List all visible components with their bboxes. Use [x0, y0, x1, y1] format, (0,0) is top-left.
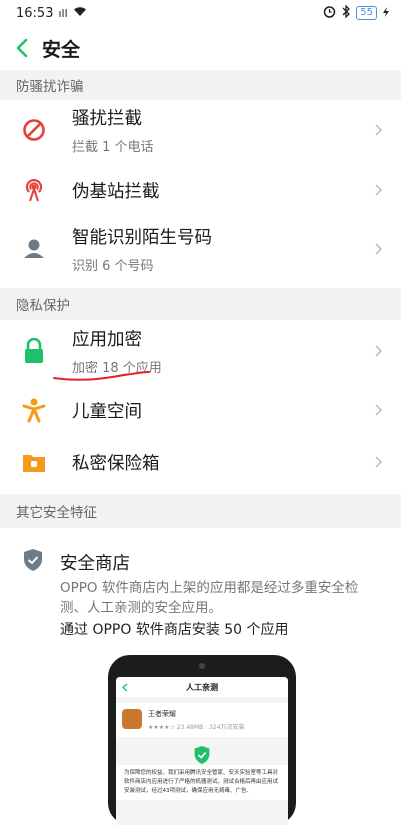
item-title: 伪基站拦截: [72, 181, 160, 202]
back-button[interactable]: [2, 26, 42, 70]
item-title: 应用加密: [72, 330, 142, 350]
green-shield-icon: [116, 745, 288, 765]
list-item-harassment-block[interactable]: 骚扰拦截 拦截 1 个电话: [0, 100, 401, 160]
mock-app-meta: ★★★★☆ 23.48MB · 324万次安装: [148, 724, 245, 731]
status-time: 16:53: [16, 5, 54, 21]
item-title: 儿童空间: [72, 401, 142, 422]
mock-app-card: 王者荣耀 ★★★★☆ 23.48MB · 324万次安装: [116, 703, 288, 737]
chevron-right-icon: [363, 124, 393, 136]
mock-title: 人工亲测: [186, 682, 218, 692]
safe-folder-icon: [12, 440, 56, 484]
store-description: OPPO 软件商店内上架的应用都是经过多重安全检测、人工亲测的安全应用。: [60, 580, 359, 616]
game-thumbnail: [122, 709, 142, 729]
chevron-right-icon: [363, 184, 393, 196]
section-header-fraud: 防骚扰诈骗: [0, 70, 401, 100]
chevron-right-icon: [363, 243, 393, 255]
store-install-count: 通过 OPPO 软件商店安装 50 个应用: [60, 622, 289, 638]
child-icon: [12, 388, 56, 432]
mock-nav: 人工亲测: [116, 677, 288, 697]
list-item-stranger-number[interactable]: 智能识别陌生号码 识别 6 个号码: [0, 218, 401, 280]
bluetooth-icon: [342, 3, 351, 22]
store-title: 安全商店: [60, 554, 130, 574]
no-entry-icon: [12, 108, 56, 152]
chevron-right-icon: [363, 404, 393, 416]
item-subtitle: 拦截 1 个电话: [72, 140, 154, 155]
chevron-right-icon: [363, 345, 393, 357]
item-title: 骚扰拦截: [72, 109, 142, 129]
item-title: 私密保险箱: [72, 453, 160, 474]
red-underline-annotation: [53, 371, 150, 381]
item-subtitle: 识别 6 个号码: [72, 259, 154, 274]
mock-app-name: 王者荣耀: [148, 710, 176, 718]
list-item-kids-space[interactable]: 儿童空间: [0, 384, 401, 436]
wifi-icon: [73, 6, 87, 21]
page-title: 安全: [42, 38, 81, 61]
battery-indicator: 55: [356, 6, 377, 20]
phone-mockup-image: 人工亲测 王者荣耀 ★★★★☆ 23.48MB · 324万次安装 为保障您的权…: [108, 655, 296, 825]
status-bar: 16:53 ıll 55: [0, 0, 401, 26]
signal-text: ıll: [58, 6, 68, 20]
lock-icon: [12, 329, 56, 373]
chevron-right-icon: [363, 456, 393, 468]
signal-tower-icon: [12, 168, 56, 212]
person-icon: [12, 227, 56, 271]
app-header: 安全: [0, 26, 401, 70]
list-item-private-safe[interactable]: 私密保险箱: [0, 436, 401, 488]
phone-screen: 人工亲测 王者荣耀 ★★★★☆ 23.48MB · 324万次安装 为保障您的权…: [116, 677, 288, 825]
camera-dot: [199, 663, 205, 669]
alarm-icon: [323, 5, 336, 22]
item-title: 智能识别陌生号码: [72, 228, 212, 248]
section-header-other: 其它安全特征: [0, 494, 401, 528]
shield-check-icon: [22, 548, 44, 576]
section-header-privacy: 隐私保护: [0, 288, 401, 320]
charging-icon: [383, 6, 389, 21]
list-item-fake-base-station[interactable]: 伪基站拦截: [0, 162, 401, 218]
chevron-left-icon: [16, 38, 28, 58]
